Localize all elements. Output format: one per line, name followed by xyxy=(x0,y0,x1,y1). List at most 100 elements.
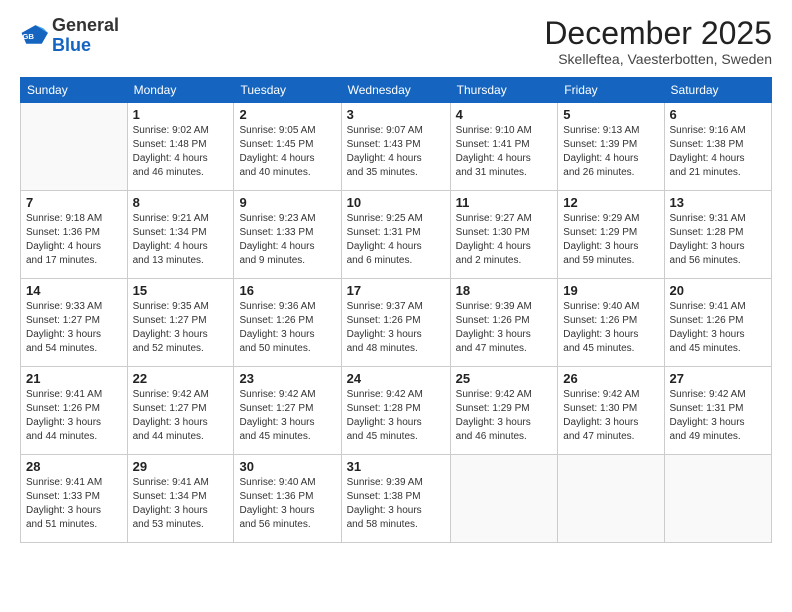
day-number: 5 xyxy=(563,107,658,122)
header-row: Sunday Monday Tuesday Wednesday Thursday… xyxy=(21,78,772,103)
col-tuesday: Tuesday xyxy=(234,78,341,103)
day-number: 17 xyxy=(347,283,445,298)
col-friday: Friday xyxy=(558,78,664,103)
day-cell: 26 Sunrise: 9:42 AM Sunset: 1:30 PM Dayli… xyxy=(558,367,664,455)
col-sunday: Sunday xyxy=(21,78,128,103)
day-number: 24 xyxy=(347,371,445,386)
day-cell: 9Sunrise: 9:23 AM Sunset: 1:33 PM Daylig… xyxy=(234,191,341,279)
day-number: 9 xyxy=(239,195,335,210)
day-info: Sunrise: 9:40 AM Sunset: 1:36 PM Dayligh… xyxy=(239,476,335,532)
day-info: Sunrise: 9:13 AM Sunset: 1:39 PM Dayligh… xyxy=(563,124,658,180)
day-cell: 29Sunrise: 9:41 AM Sunset: 1:34 PM Dayli… xyxy=(127,455,234,543)
day-info: Sunrise: 9:42 AM Sunset: 1:27 PM Dayligh… xyxy=(133,388,229,444)
day-number: 2 xyxy=(239,107,335,122)
day-number: 27 xyxy=(670,371,766,386)
day-number: 25 xyxy=(456,371,553,386)
week-row-4: 28 Sunrise: 9:41 AM Sunset: 1:33 PM Dayli… xyxy=(21,455,772,543)
day-number: 12 xyxy=(563,195,658,210)
day-cell: 1Sunrise: 9:02 AM Sunset: 1:48 PM Daylig… xyxy=(127,103,234,191)
day-cell xyxy=(664,455,771,543)
day-cell: 2 Sunrise: 9:05 AM Sunset: 1:45 PM Daylig… xyxy=(234,103,341,191)
day-cell: 7 Sunrise: 9:18 AM Sunset: 1:36 PM Daylig… xyxy=(21,191,128,279)
day-info: Sunrise: 9:10 AM Sunset: 1:41 PM Dayligh… xyxy=(456,124,553,180)
day-cell: 23 Sunrise: 9:42 AM Sunset: 1:27 PM Dayli… xyxy=(234,367,341,455)
col-wednesday: Wednesday xyxy=(341,78,450,103)
logo-icon: GB xyxy=(20,22,48,50)
day-number: 11 xyxy=(456,195,553,210)
day-number: 21 xyxy=(26,371,122,386)
day-number: 16 xyxy=(239,283,335,298)
day-cell: 28 Sunrise: 9:41 AM Sunset: 1:33 PM Dayli… xyxy=(21,455,128,543)
day-info: Sunrise: 9:41 AM Sunset: 1:26 PM Dayligh… xyxy=(26,388,122,444)
day-cell: 24Sunrise: 9:42 AM Sunset: 1:28 PM Dayli… xyxy=(341,367,450,455)
day-info: Sunrise: 9:42 AM Sunset: 1:27 PM Dayligh… xyxy=(239,388,335,444)
day-cell: 5 Sunrise: 9:13 AM Sunset: 1:39 PM Daylig… xyxy=(558,103,664,191)
day-cell: 22 Sunrise: 9:42 AM Sunset: 1:27 PM Dayli… xyxy=(127,367,234,455)
day-info: Sunrise: 9:42 AM Sunset: 1:29 PM Dayligh… xyxy=(456,388,553,444)
calendar: Sunday Monday Tuesday Wednesday Thursday… xyxy=(20,77,772,543)
day-number: 4 xyxy=(456,107,553,122)
day-info: Sunrise: 9:40 AM Sunset: 1:26 PM Dayligh… xyxy=(563,300,658,356)
day-number: 18 xyxy=(456,283,553,298)
day-cell: 18 Sunrise: 9:39 AM Sunset: 1:26 PM Dayli… xyxy=(450,279,558,367)
day-cell: 31Sunrise: 9:39 AM Sunset: 1:38 PM Dayli… xyxy=(341,455,450,543)
week-row-3: 21 Sunrise: 9:41 AM Sunset: 1:26 PM Dayli… xyxy=(21,367,772,455)
day-number: 8 xyxy=(133,195,229,210)
day-cell: 16 Sunrise: 9:36 AM Sunset: 1:26 PM Dayli… xyxy=(234,279,341,367)
day-info: Sunrise: 9:41 AM Sunset: 1:34 PM Dayligh… xyxy=(133,476,229,532)
day-info: Sunrise: 9:16 AM Sunset: 1:38 PM Dayligh… xyxy=(670,124,766,180)
day-info: Sunrise: 9:18 AM Sunset: 1:36 PM Dayligh… xyxy=(26,212,122,268)
day-info: Sunrise: 9:39 AM Sunset: 1:26 PM Dayligh… xyxy=(456,300,553,356)
day-number: 22 xyxy=(133,371,229,386)
day-info: Sunrise: 9:33 AM Sunset: 1:27 PM Dayligh… xyxy=(26,300,122,356)
day-info: Sunrise: 9:41 AM Sunset: 1:33 PM Dayligh… xyxy=(26,476,122,532)
day-info: Sunrise: 9:36 AM Sunset: 1:26 PM Dayligh… xyxy=(239,300,335,356)
day-info: Sunrise: 9:25 AM Sunset: 1:31 PM Dayligh… xyxy=(347,212,445,268)
day-info: Sunrise: 9:27 AM Sunset: 1:30 PM Dayligh… xyxy=(456,212,553,268)
logo: GB General Blue xyxy=(20,16,119,56)
header: GB General Blue December 2025 Skelleftea… xyxy=(20,16,772,67)
week-row-1: 7 Sunrise: 9:18 AM Sunset: 1:36 PM Daylig… xyxy=(21,191,772,279)
logo-text: General Blue xyxy=(52,16,119,56)
day-info: Sunrise: 9:35 AM Sunset: 1:27 PM Dayligh… xyxy=(133,300,229,356)
day-number: 26 xyxy=(563,371,658,386)
day-cell: 20Sunrise: 9:41 AM Sunset: 1:26 PM Dayli… xyxy=(664,279,771,367)
day-cell xyxy=(558,455,664,543)
day-info: Sunrise: 9:31 AM Sunset: 1:28 PM Dayligh… xyxy=(670,212,766,268)
day-cell: 15Sunrise: 9:35 AM Sunset: 1:27 PM Dayli… xyxy=(127,279,234,367)
logo-blue: Blue xyxy=(52,35,91,55)
day-number: 10 xyxy=(347,195,445,210)
day-cell: 21 Sunrise: 9:41 AM Sunset: 1:26 PM Dayli… xyxy=(21,367,128,455)
day-cell: 12 Sunrise: 9:29 AM Sunset: 1:29 PM Dayli… xyxy=(558,191,664,279)
col-thursday: Thursday xyxy=(450,78,558,103)
title-block: December 2025 Skelleftea, Vaesterbotten,… xyxy=(544,16,772,67)
day-info: Sunrise: 9:42 AM Sunset: 1:30 PM Dayligh… xyxy=(563,388,658,444)
day-number: 23 xyxy=(239,371,335,386)
month-title: December 2025 xyxy=(544,16,772,51)
day-cell: 13Sunrise: 9:31 AM Sunset: 1:28 PM Dayli… xyxy=(664,191,771,279)
day-number: 7 xyxy=(26,195,122,210)
day-cell: 6Sunrise: 9:16 AM Sunset: 1:38 PM Daylig… xyxy=(664,103,771,191)
day-cell: 4 Sunrise: 9:10 AM Sunset: 1:41 PM Daylig… xyxy=(450,103,558,191)
day-info: Sunrise: 9:29 AM Sunset: 1:29 PM Dayligh… xyxy=(563,212,658,268)
day-cell: 17Sunrise: 9:37 AM Sunset: 1:26 PM Dayli… xyxy=(341,279,450,367)
logo-general: General xyxy=(52,15,119,35)
day-number: 19 xyxy=(563,283,658,298)
day-number: 28 xyxy=(26,459,122,474)
day-cell xyxy=(450,455,558,543)
day-info: Sunrise: 9:05 AM Sunset: 1:45 PM Dayligh… xyxy=(239,124,335,180)
week-row-2: 14Sunrise: 9:33 AM Sunset: 1:27 PM Dayli… xyxy=(21,279,772,367)
week-row-0: 1Sunrise: 9:02 AM Sunset: 1:48 PM Daylig… xyxy=(21,103,772,191)
day-info: Sunrise: 9:41 AM Sunset: 1:26 PM Dayligh… xyxy=(670,300,766,356)
day-cell: 11 Sunrise: 9:27 AM Sunset: 1:30 PM Dayli… xyxy=(450,191,558,279)
day-info: Sunrise: 9:21 AM Sunset: 1:34 PM Dayligh… xyxy=(133,212,229,268)
svg-text:GB: GB xyxy=(22,32,34,41)
day-number: 31 xyxy=(347,459,445,474)
day-info: Sunrise: 9:07 AM Sunset: 1:43 PM Dayligh… xyxy=(347,124,445,180)
col-monday: Monday xyxy=(127,78,234,103)
day-cell: 25 Sunrise: 9:42 AM Sunset: 1:29 PM Dayli… xyxy=(450,367,558,455)
subtitle: Skelleftea, Vaesterbotten, Sweden xyxy=(544,51,772,67)
day-cell xyxy=(21,103,128,191)
day-cell: 19 Sunrise: 9:40 AM Sunset: 1:26 PM Dayli… xyxy=(558,279,664,367)
page: GB General Blue December 2025 Skelleftea… xyxy=(0,0,792,612)
